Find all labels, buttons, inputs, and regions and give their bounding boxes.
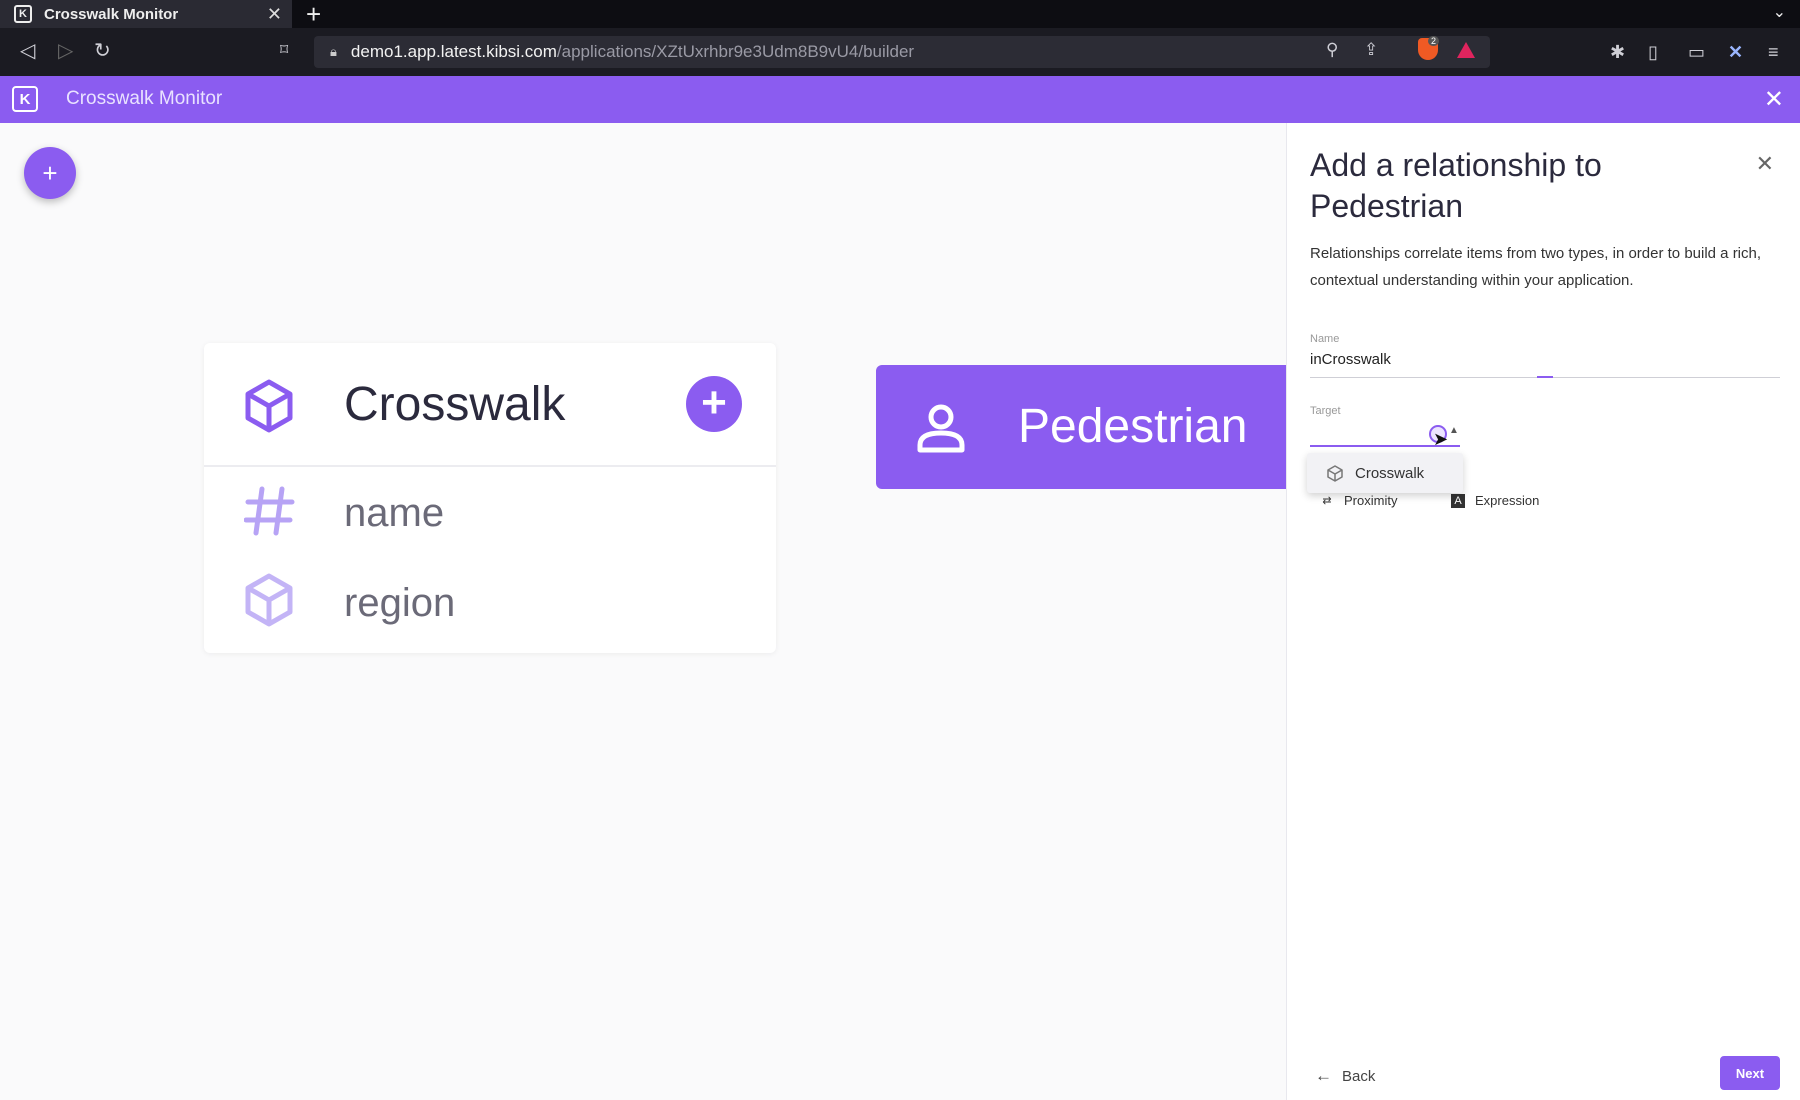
dropdown-option-label: Crosswalk <box>1355 464 1425 482</box>
browser-tab-bar: K Crosswalk Monitor ✕ + ⌄ <box>0 0 1800 28</box>
share-icon[interactable]: ⇪ <box>1364 40 1378 60</box>
kibsi-logo-icon[interactable]: K <box>12 86 38 112</box>
cube-icon <box>245 379 293 433</box>
app-title: Crosswalk Monitor <box>66 88 223 109</box>
tab-list-chevron-icon[interactable]: ⌄ <box>1773 2 1786 22</box>
mouse-pointer-icon: ➤ <box>1433 429 1449 449</box>
crosswalk-card-title: Crosswalk <box>344 378 566 431</box>
sidebar-icon[interactable]: ▯ <box>1648 42 1658 63</box>
browser-toolbar: ◁ ▷ ↻ ⌑ 🔒︎ demo1.app.latest.kibsi.com/ap… <box>0 28 1800 76</box>
builder-canvas[interactable]: + Crosswalk + name region Pedestrian <box>0 123 1286 1100</box>
proximity-icon: ⇄ <box>1322 494 1332 507</box>
back-nav-icon[interactable]: ◁ <box>20 38 35 63</box>
forward-nav-icon[interactable]: ▷ <box>58 38 73 63</box>
brave-rewards-icon[interactable] <box>1457 42 1475 58</box>
type-option-proximity[interactable]: ⇄ Proximity <box>1320 493 1397 508</box>
zoom-icon[interactable]: ⚲ <box>1326 40 1338 60</box>
target-dropdown-option[interactable]: Crosswalk <box>1307 453 1463 493</box>
extensions-icon[interactable]: ✱ <box>1610 42 1625 63</box>
next-button[interactable]: Next <box>1720 1056 1780 1090</box>
reload-icon[interactable]: ↻ <box>94 38 111 63</box>
back-button-label: Back <box>1342 1067 1376 1085</box>
shields-count-badge: 2 <box>1428 36 1440 46</box>
field-label: region <box>344 581 456 625</box>
bookmark-icon[interactable]: ⌑ <box>280 40 288 60</box>
pedestrian-type-card[interactable]: Pedestrian <box>876 365 1286 489</box>
browser-tab[interactable]: K Crosswalk Monitor ✕ <box>0 0 292 28</box>
pedestrian-card-title: Pedestrian <box>1018 400 1248 453</box>
close-app-icon[interactable]: ✕ <box>1764 85 1784 114</box>
panel-description: Relationships correlate items from two t… <box>1310 245 1762 289</box>
close-panel-icon[interactable]: ✕ <box>1756 151 1774 177</box>
back-button[interactable]: ← Back <box>1315 1066 1375 1086</box>
type-option-label: Proximity <box>1344 493 1398 508</box>
hash-icon <box>244 486 295 536</box>
field-label: name <box>344 491 445 535</box>
new-tab-icon[interactable]: + <box>306 0 321 28</box>
extension-x-icon[interactable]: ✕ <box>1728 42 1743 63</box>
address-bar[interactable]: 🔒︎ demo1.app.latest.kibsi.com/applicatio… <box>314 36 1490 68</box>
close-tab-icon[interactable]: ✕ <box>267 4 282 25</box>
name-field-focus-bar <box>1537 376 1553 378</box>
expression-icon: A <box>1451 493 1465 508</box>
relationship-panel: Add a relationship to Pedestrian ✕ Relat… <box>1286 123 1800 1100</box>
type-option-expression[interactable]: A Expression <box>1451 493 1539 508</box>
panel-title: Add a relationship to Pedestrian <box>1310 147 1602 224</box>
url-path: /applications/XZtUxrhbr9e3Udm8B9vU4/buil… <box>556 42 915 61</box>
type-option-label: Expression <box>1475 493 1540 508</box>
wallet-icon[interactable]: ▭ <box>1688 42 1705 63</box>
menu-icon[interactable]: ≡ <box>1768 42 1779 63</box>
field-row[interactable]: region <box>204 557 776 647</box>
person-icon <box>917 404 965 453</box>
kibsi-favicon-icon: K <box>14 5 32 23</box>
tab-title: Crosswalk Monitor <box>44 5 179 23</box>
name-field[interactable]: inCrosswalk <box>1310 351 1391 368</box>
lock-icon: 🔒︎ <box>330 44 337 59</box>
target-field-label: Target <box>1310 405 1341 417</box>
arrow-left-icon: ← <box>1315 1066 1332 1085</box>
caret-up-icon[interactable]: ▲ <box>1449 425 1459 436</box>
cube-icon <box>1327 464 1343 482</box>
add-field-button[interactable]: + <box>686 376 742 432</box>
url-host: demo1.app.latest.kibsi.com <box>350 42 557 61</box>
app-header: K Crosswalk Monitor ✕ <box>0 76 1800 123</box>
crosswalk-type-card[interactable]: Crosswalk + name region <box>204 343 776 653</box>
cube-icon <box>245 573 293 627</box>
name-field-label: Name <box>1310 333 1340 345</box>
field-row[interactable]: name <box>204 467 776 557</box>
add-type-button[interactable]: + <box>24 147 76 199</box>
crosswalk-card-header: Crosswalk + <box>204 343 776 467</box>
